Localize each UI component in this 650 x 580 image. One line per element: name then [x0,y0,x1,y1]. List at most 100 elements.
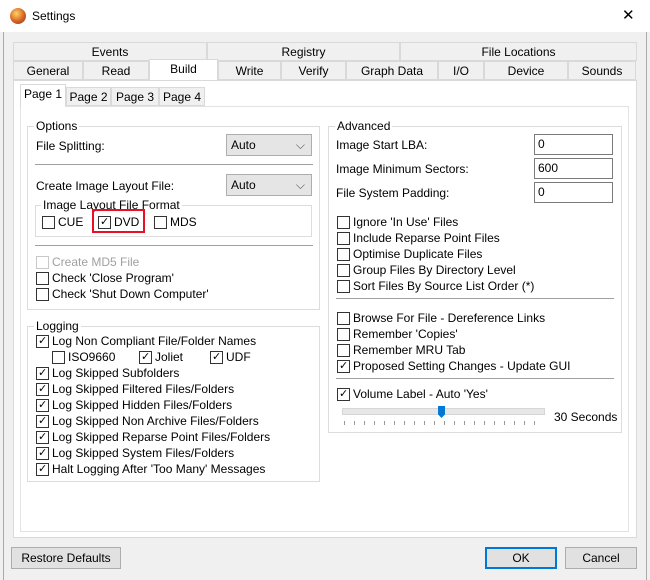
advanced-field-input[interactable]: 600 [534,158,613,179]
option-check-2[interactable]: Check 'Shut Down Computer' [36,287,209,301]
format-dvd-checkbox[interactable]: DVD [98,215,139,229]
logging-check-1[interactable]: Log Skipped Filtered Files/Folders [36,382,234,396]
tab-i-o[interactable]: I/O [438,61,484,80]
checkbox-icon[interactable] [210,350,223,364]
tab-read[interactable]: Read [83,61,149,80]
checkbox-icon[interactable] [36,366,49,380]
file-splitting-select[interactable]: Auto ⌵ [226,134,312,156]
file-splitting-label: File Splitting: [36,139,105,153]
advanced-check-0-label: Ignore 'In Use' Files [353,215,459,229]
slider-value: 30 Seconds [554,410,618,424]
advanced-check2-3[interactable]: Proposed Setting Changes - Update GUI [337,359,570,373]
checkbox-icon[interactable] [337,215,350,229]
advanced-check-3[interactable]: Group Files By Directory Level [337,263,516,277]
restore-defaults-button[interactable]: Restore Defaults [11,547,121,569]
advanced-check2-2[interactable]: Remember MRU Tab [337,343,465,357]
advanced-check2-0[interactable]: Browse For File - Dereference Links [337,311,545,325]
advanced-check-2[interactable]: Optimise Duplicate Files [337,247,482,261]
page-tab-1[interactable]: Page 1 [20,84,66,107]
logging-check-5[interactable]: Log Skipped System Files/Folders [36,446,234,460]
checkbox-icon[interactable] [36,414,49,428]
checkbox-icon[interactable] [98,215,111,229]
logging-check-6-label: Halt Logging After 'Too Many' Messages [52,462,266,476]
tab-write[interactable]: Write [218,61,281,80]
format-cue-checkbox[interactable]: CUE [42,215,83,229]
title-bar: Settings ✕ [0,0,650,32]
logging-check-2[interactable]: Log Skipped Hidden Files/Folders [36,398,232,412]
checkbox-icon[interactable] [337,343,350,357]
checkbox-icon[interactable] [36,446,49,460]
option-check-1-label: Check 'Close Program' [52,271,174,285]
tab-build[interactable]: Build [149,59,218,80]
tab-graph-data[interactable]: Graph Data [346,61,438,80]
advanced-field-label: Image Minimum Sectors: [336,162,469,176]
tab-registry[interactable]: Registry [207,42,400,61]
checkbox-icon[interactable] [154,215,167,229]
checkbox-icon[interactable] [36,287,49,301]
page-tab-2[interactable]: Page 2 [66,87,111,106]
logging-check-6[interactable]: Halt Logging After 'Too Many' Messages [36,462,265,476]
logging-check-4[interactable]: Log Skipped Reparse Point Files/Folders [36,430,270,444]
checkbox-icon[interactable] [337,387,350,401]
checkbox-icon[interactable] [36,382,49,396]
advanced-check-4-label: Sort Files By Source List Order (*) [353,279,535,293]
log-iso9660-checkbox[interactable]: ISO9660 [52,350,115,364]
option-check-1[interactable]: Check 'Close Program' [36,271,174,285]
log-non-compliant-checkbox[interactable]: Log Non Compliant File/Folder Names [36,334,256,348]
checkbox-icon[interactable] [139,350,152,364]
chevron-down-icon: ⌵ [295,138,305,152]
checkbox-icon[interactable] [36,462,49,476]
log-joliet-checkbox[interactable]: Joliet [139,350,183,364]
checkbox-icon[interactable] [337,359,350,373]
checkbox-icon[interactable] [337,263,350,277]
advanced-field-label: File System Padding: [336,186,450,200]
advanced-field-input[interactable]: 0 [534,182,613,203]
advanced-check-1[interactable]: Include Reparse Point Files [337,231,500,245]
checkbox-icon[interactable] [36,271,49,285]
create-layout-select[interactable]: Auto ⌵ [226,174,312,196]
divider [336,298,614,300]
checkbox-icon[interactable] [337,247,350,261]
logging-check-0[interactable]: Log Skipped Subfolders [36,366,179,380]
tab-sounds[interactable]: Sounds [568,61,636,80]
log-udf-checkbox[interactable]: UDF [210,350,251,364]
logging-check-1-label: Log Skipped Filtered Files/Folders [52,382,235,396]
file-splitting-value: Auto [231,138,256,152]
logging-group-title: Logging [34,319,81,333]
log-udf-checkbox-label: UDF [226,350,251,364]
format-mds-checkbox-label: MDS [170,215,197,229]
tab-general[interactable]: General [13,61,83,80]
divider [35,245,313,247]
tab-device[interactable]: Device [484,61,568,80]
checkbox-icon[interactable] [36,255,49,269]
checkbox-icon[interactable] [36,334,49,348]
ok-button[interactable]: OK [485,547,557,569]
close-icon[interactable]: ✕ [622,6,635,24]
volume-label-checkbox[interactable]: Volume Label - Auto 'Yes' [337,387,488,401]
checkbox-icon[interactable] [36,430,49,444]
checkbox-icon[interactable] [337,311,350,325]
advanced-check2-2-label: Remember MRU Tab [353,343,466,357]
checkbox-icon[interactable] [337,327,350,341]
checkbox-icon[interactable] [42,215,55,229]
advanced-check-0[interactable]: Ignore 'In Use' Files [337,215,458,229]
slider-thumb[interactable] [438,406,446,418]
chevron-down-icon: ⌵ [295,178,305,192]
logging-check-3[interactable]: Log Skipped Non Archive Files/Folders [36,414,259,428]
volume-label-slider[interactable] [342,406,545,428]
tab-verify[interactable]: Verify [281,61,346,80]
format-mds-checkbox[interactable]: MDS [154,215,197,229]
page-tab-3[interactable]: Page 3 [111,87,159,106]
checkbox-icon[interactable] [36,398,49,412]
advanced-check2-1[interactable]: Remember 'Copies' [337,327,458,341]
tab-file-locations[interactable]: File Locations [400,42,637,61]
checkbox-icon[interactable] [337,231,350,245]
advanced-field-input[interactable]: 0 [534,134,613,155]
window-title: Settings [32,9,76,23]
checkbox-icon[interactable] [337,279,350,293]
advanced-field-label: Image Start LBA: [336,138,428,152]
page-tab-4[interactable]: Page 4 [159,87,205,106]
advanced-check-4[interactable]: Sort Files By Source List Order (*) [337,279,534,293]
cancel-button[interactable]: Cancel [565,547,637,569]
checkbox-icon[interactable] [52,350,65,364]
